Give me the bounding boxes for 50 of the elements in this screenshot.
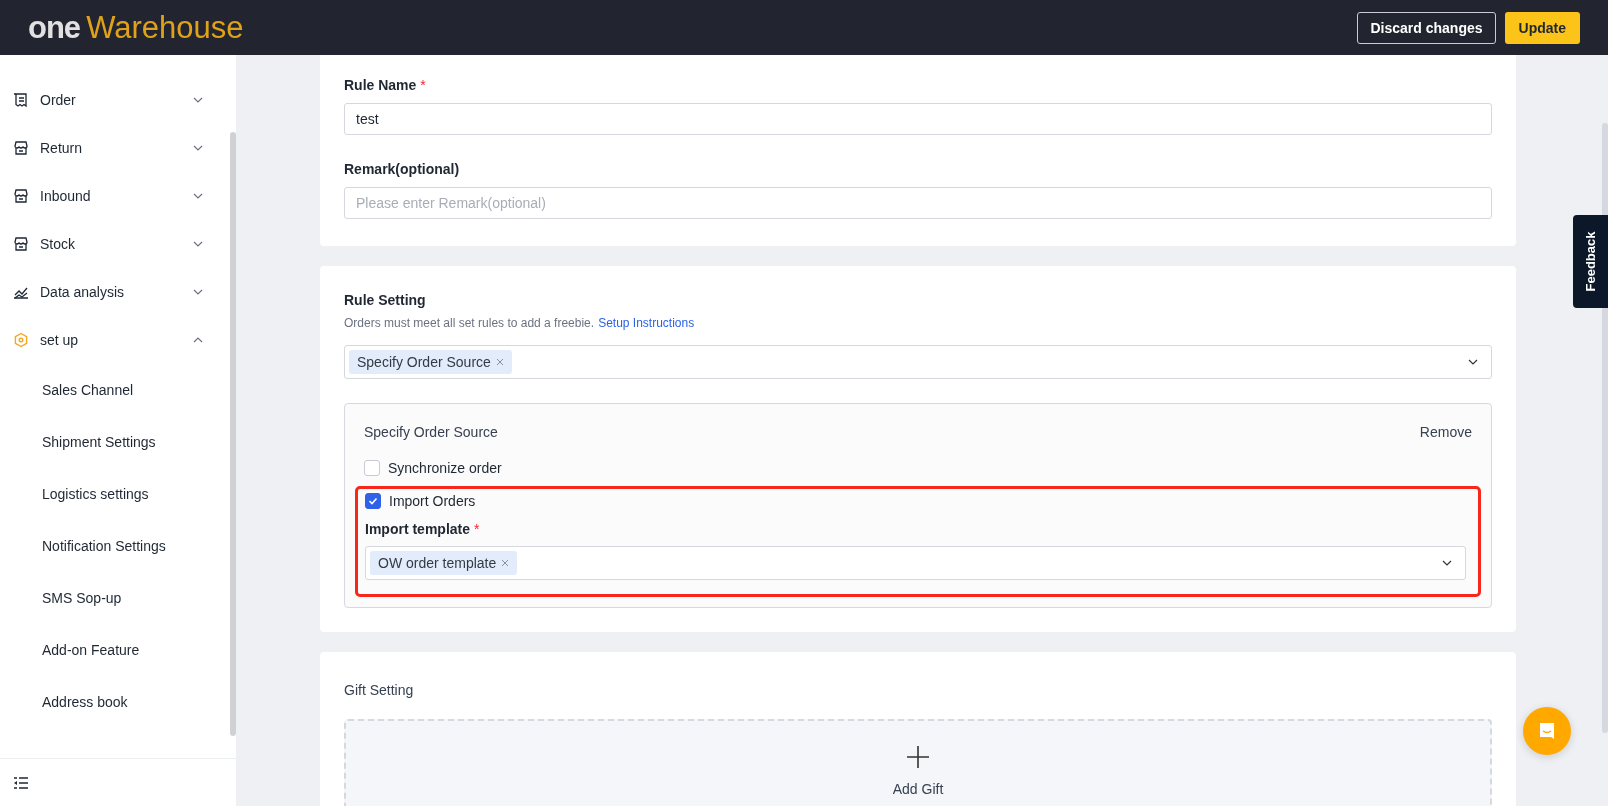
tag: Specify Order Source xyxy=(349,350,512,374)
submenu-item[interactable]: Logistics settings xyxy=(0,468,228,520)
plus-icon xyxy=(906,745,930,769)
close-icon[interactable] xyxy=(495,358,504,366)
update-button[interactable]: Update xyxy=(1504,11,1580,44)
submenu-item[interactable]: Notification Settings xyxy=(0,520,228,572)
field-label: Import template xyxy=(365,521,470,537)
remove-link[interactable]: Remove xyxy=(1419,424,1472,440)
submenu-item[interactable]: Shipment Settings xyxy=(0,416,228,468)
check-icon xyxy=(367,495,379,507)
logo: one Warehouse xyxy=(28,12,244,43)
receipt-icon xyxy=(13,92,29,108)
checkbox-label: Import Orders xyxy=(389,493,476,509)
feedback-tab[interactable]: Feedback xyxy=(1573,215,1608,308)
template-select[interactable]: OW order template xyxy=(365,546,1466,580)
hexagon-icon xyxy=(13,332,29,348)
panel-title: Specify Order Source xyxy=(364,424,498,440)
section-title: Rule Setting xyxy=(344,292,427,308)
menu-item[interactable]: Return xyxy=(0,124,228,172)
checkbox[interactable] xyxy=(365,493,381,509)
submenu-item[interactable]: Add-on Feature xyxy=(0,624,228,676)
chat-button[interactable] xyxy=(1523,707,1571,755)
remark-field[interactable]: Please enter Remark(optional) xyxy=(344,187,1492,219)
menu-item[interactable]: Data analysis xyxy=(0,268,228,316)
chat-icon xyxy=(1537,721,1557,741)
rule-select[interactable]: Specify Order Source xyxy=(344,345,1492,379)
submenu-item[interactable]: Sales Channel xyxy=(0,364,228,416)
store-icon xyxy=(13,188,29,204)
section-title: Gift Setting xyxy=(344,682,415,698)
menu-item[interactable]: Stock xyxy=(0,220,228,268)
field-label: Remark(optional) xyxy=(344,161,460,177)
field-label: Rule Name xyxy=(344,77,417,93)
menu-item[interactable]: Inbound xyxy=(0,172,228,220)
close-icon[interactable] xyxy=(501,559,510,567)
required-mark: * xyxy=(420,77,426,93)
collapse-menu-icon[interactable] xyxy=(13,774,29,791)
hint-text: Orders must meet all set rules to add a freebie. xyxy=(344,316,595,330)
menu-item[interactable]: Order xyxy=(0,76,228,124)
required-mark: * xyxy=(474,521,480,537)
add-gift-button[interactable]: Add Gift xyxy=(344,719,1492,806)
submenu-item[interactable]: SMS Sop-up xyxy=(0,572,228,624)
scrollbar[interactable] xyxy=(230,132,236,736)
menu-item[interactable]: set up xyxy=(0,316,228,364)
checkbox-label: Synchronize order xyxy=(388,460,502,476)
discard-button[interactable]: Discard changes xyxy=(1357,11,1496,44)
tag: OW order template xyxy=(370,551,518,575)
store-icon xyxy=(13,236,29,252)
setup-link[interactable]: Setup Instructions xyxy=(598,316,695,330)
submenu-item[interactable]: Address book xyxy=(0,676,228,728)
rule-name-field[interactable]: test xyxy=(344,103,1492,135)
